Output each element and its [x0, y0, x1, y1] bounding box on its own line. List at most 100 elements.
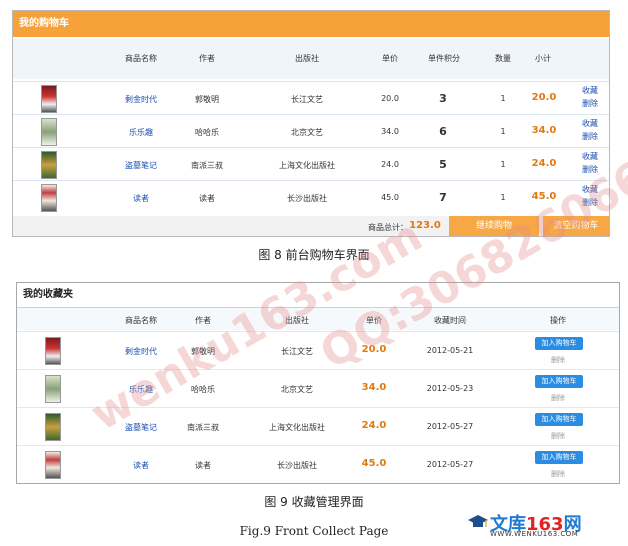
subtotal-text: 24.0	[531, 158, 557, 169]
price-text: 34.0	[381, 127, 399, 136]
author-text: 南派三叔	[187, 423, 219, 432]
cart-title: 我的购物车	[13, 11, 609, 37]
author-text: 哈哈乐	[191, 385, 215, 394]
price-text: 20.0	[381, 94, 399, 103]
favorite-row: 读者 读者 长沙出版社 45.0 2012-05-27 加入购物车 删除	[17, 445, 619, 484]
favorite-link[interactable]: 收藏	[579, 150, 601, 163]
graduation-cap-icon	[468, 515, 488, 527]
book-cover-image	[45, 337, 61, 365]
product-name-link[interactable]: 剩金时代	[109, 94, 173, 105]
favorite-link[interactable]: 收藏	[579, 183, 601, 196]
add-to-cart-button[interactable]: 加入购物车	[535, 375, 583, 388]
col-header-qty: 数量	[495, 54, 511, 63]
book-cover-image	[41, 118, 57, 146]
favorite-link[interactable]: 收藏	[579, 84, 601, 97]
figure-caption-8: 图 8 前台购物车界面	[258, 248, 370, 262]
price-text: 24.0	[361, 420, 387, 431]
publisher-text: 长江文艺	[291, 95, 323, 104]
delete-link[interactable]: 删除	[551, 431, 565, 441]
price-text: 24.0	[381, 160, 399, 169]
favorite-row: 剩金时代 郭敬明 长江文艺 20.0 2012-05-21 加入购物车 删除	[17, 331, 619, 370]
author-text: 读者	[199, 194, 215, 203]
book-cover-image	[45, 451, 61, 479]
product-name-link[interactable]: 盗墓笔记	[109, 422, 173, 433]
subtotal-text: 20.0	[531, 92, 557, 103]
logo-url: WWW.WENKU163.COM	[490, 530, 579, 538]
col-header-author: 作者	[199, 54, 215, 63]
col-header-subtotal: 小计	[535, 54, 551, 63]
author-text: 郭敬明	[195, 95, 219, 104]
publisher-text: 上海文化出版社	[279, 161, 335, 170]
quantity-text: 1	[500, 160, 506, 169]
author-text: 读者	[195, 461, 211, 470]
delete-link[interactable]: 删除	[551, 355, 565, 365]
product-name-link[interactable]: 盗墓笔记	[109, 160, 173, 171]
delete-link[interactable]: 删除	[579, 163, 601, 176]
product-name-link[interactable]: 乐乐趣	[109, 127, 173, 138]
cart-row: 剩金时代 郭敬明 长江文艺 20.0 3 1 20.0 收藏 删除	[13, 81, 609, 114]
favorite-link[interactable]: 收藏	[579, 117, 601, 130]
points-text: 6	[439, 125, 447, 138]
publisher-text: 上海文化出版社	[269, 423, 325, 432]
col-header-author: 作者	[195, 316, 211, 325]
favorites-title: 我的收藏夹	[17, 283, 619, 308]
row-actions: 收藏 删除	[579, 150, 601, 176]
fav-date-text: 2012-05-23	[426, 384, 474, 393]
quantity-text: 1	[500, 127, 506, 136]
favorite-row: 盗墓笔记 南派三叔 上海文化出版社 24.0 2012-05-27 加入购物车 …	[17, 407, 619, 446]
product-name-link[interactable]: 剩金时代	[109, 346, 173, 357]
total-value: 123.0	[409, 220, 441, 231]
subtotal-text: 34.0	[531, 125, 557, 136]
row-actions: 收藏 删除	[579, 183, 601, 209]
col-header-name: 商品名称	[125, 54, 157, 63]
cart-row: 盗墓笔记 南派三叔 上海文化出版社 24.0 5 1 24.0 收藏 删除	[13, 147, 609, 180]
book-cover-image	[45, 413, 61, 441]
publisher-text: 长沙出版社	[287, 194, 327, 203]
publisher-text: 北京文艺	[281, 385, 313, 394]
wenku163-logo: 文库163网 WWW.WENKU163.COM	[468, 510, 618, 540]
cart-header-row: 商品名称 作者 出版社 单价 单件积分 数量 小计	[13, 39, 609, 79]
price-text: 45.0	[381, 193, 399, 202]
delete-link[interactable]: 删除	[579, 196, 601, 209]
product-name-link[interactable]: 读者	[109, 460, 173, 471]
delete-link[interactable]: 删除	[579, 97, 601, 110]
quantity-text: 1	[500, 193, 506, 202]
favorites-header-row: 商品名称 作者 出版社 单价 收藏时间 操作	[17, 308, 619, 330]
points-text: 5	[439, 158, 447, 171]
subtotal-text: 45.0	[531, 191, 557, 202]
product-name-link[interactable]: 读者	[109, 193, 173, 204]
product-name-link[interactable]: 乐乐趣	[109, 384, 173, 395]
add-to-cart-button[interactable]: 加入购物车	[535, 451, 583, 464]
delete-link[interactable]: 删除	[579, 130, 601, 143]
cart-row: 乐乐趣 哈哈乐 北京文艺 34.0 6 1 34.0 收藏 删除	[13, 114, 609, 147]
clear-cart-button[interactable]: 清空购物车	[543, 216, 609, 236]
fav-date-text: 2012-05-27	[426, 460, 474, 469]
points-text: 7	[439, 191, 447, 204]
price-text: 45.0	[361, 458, 387, 469]
favorite-row: 乐乐趣 哈哈乐 北京文艺 34.0 2012-05-23 加入购物车 删除	[17, 369, 619, 408]
col-header-price: 单价	[382, 54, 398, 63]
publisher-text: 北京文艺	[291, 128, 323, 137]
col-header-publisher: 出版社	[285, 316, 309, 325]
price-text: 34.0	[361, 382, 387, 393]
delete-link[interactable]: 删除	[551, 393, 565, 403]
col-header-publisher: 出版社	[295, 54, 319, 63]
col-header-action: 操作	[550, 316, 566, 325]
figure-caption-9: 图 9 收藏管理界面	[264, 495, 364, 509]
add-to-cart-button[interactable]: 加入购物车	[535, 413, 583, 426]
book-cover-image	[41, 184, 57, 212]
continue-shopping-button[interactable]: 继续购物	[449, 216, 539, 236]
price-text: 20.0	[361, 344, 387, 355]
cart-footer: 商品总计： 123.0 继续购物 清空购物车	[13, 216, 609, 236]
author-text: 哈哈乐	[195, 128, 219, 137]
add-to-cart-button[interactable]: 加入购物车	[535, 337, 583, 350]
col-header-points: 单件积分	[428, 54, 460, 63]
book-cover-image	[41, 85, 57, 113]
col-header-price: 单价	[366, 316, 382, 325]
author-text: 南派三叔	[191, 161, 223, 170]
favorites-panel: 我的收藏夹 商品名称 作者 出版社 单价 收藏时间 操作 剩金时代 郭敬明 长江…	[16, 282, 620, 484]
delete-link[interactable]: 删除	[551, 469, 565, 479]
cart-row: 读者 读者 长沙出版社 45.0 7 1 45.0 收藏 删除	[13, 180, 609, 213]
book-cover-image	[41, 151, 57, 179]
fav-date-text: 2012-05-27	[426, 422, 474, 431]
